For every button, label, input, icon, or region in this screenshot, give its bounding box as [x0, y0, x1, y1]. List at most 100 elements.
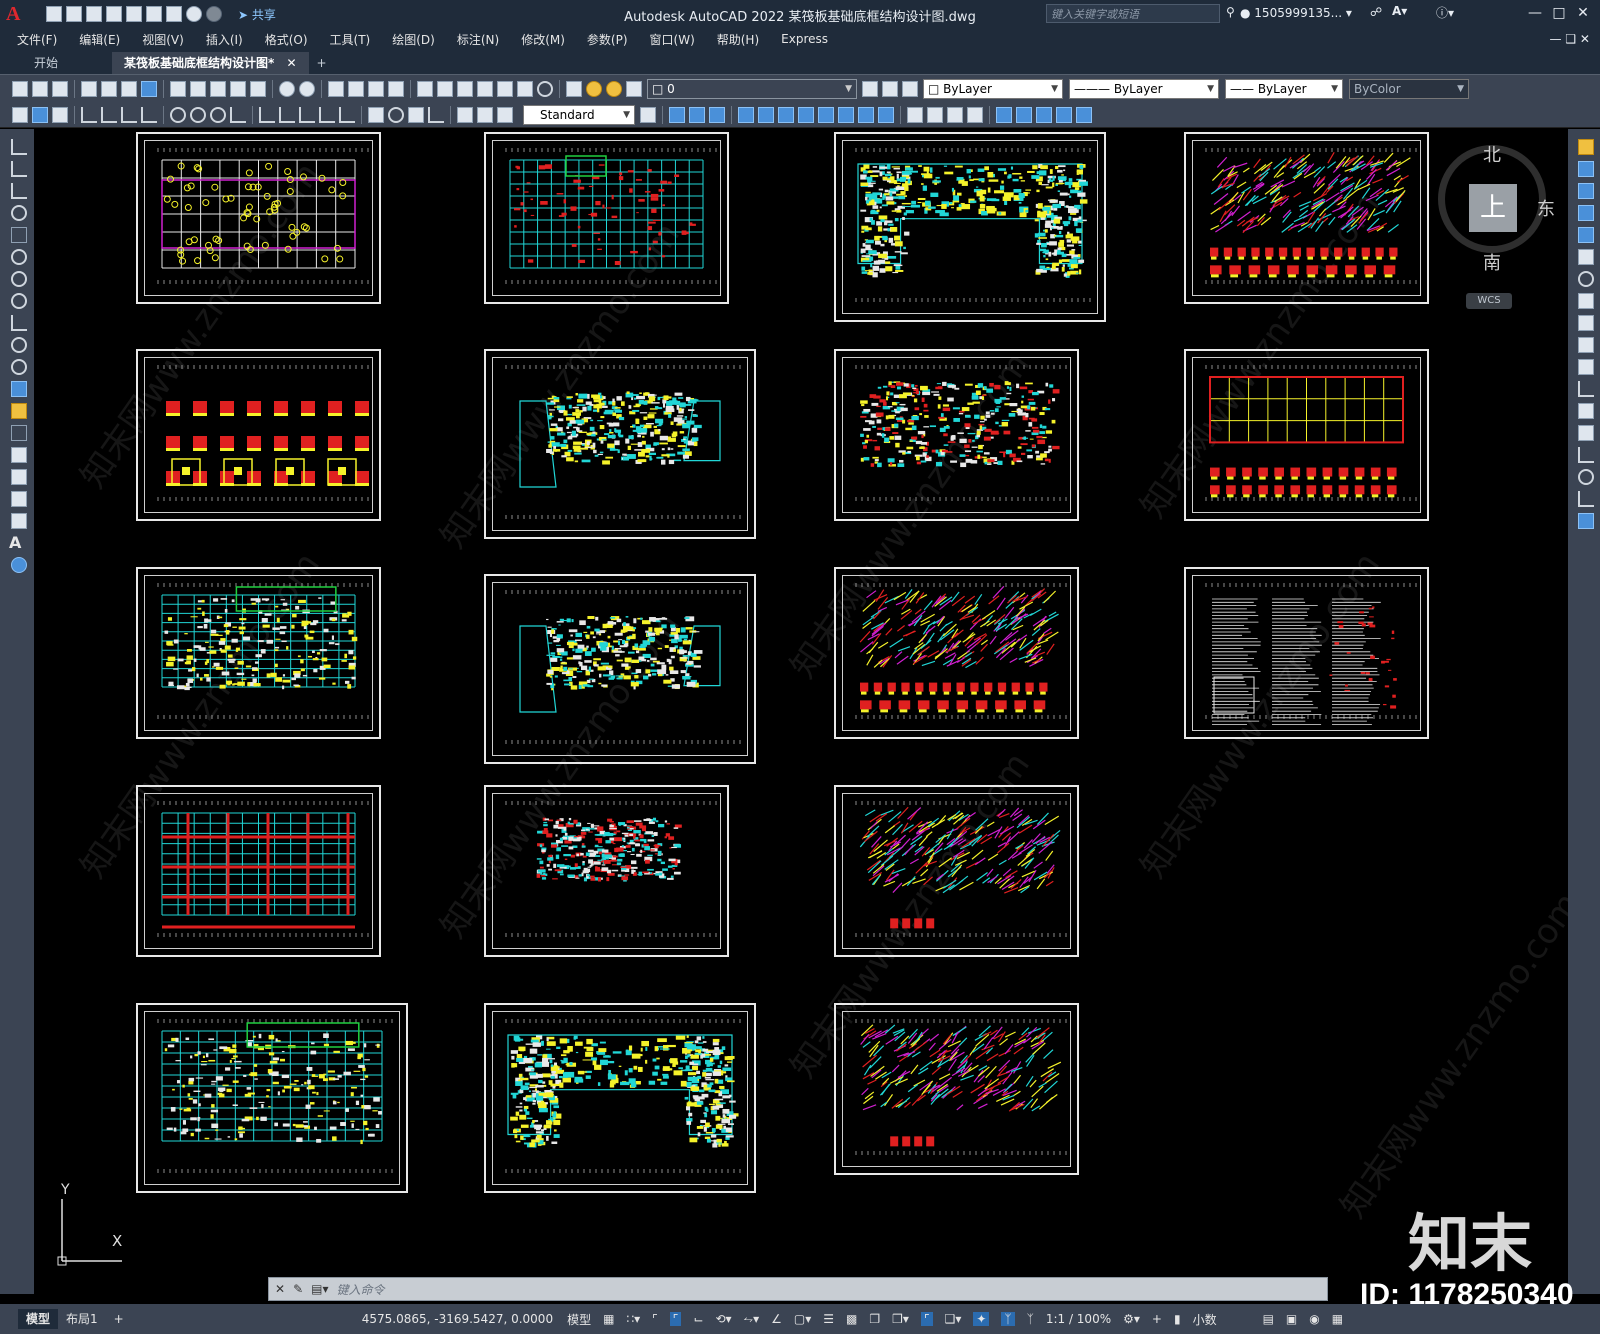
publish-icon[interactable]: [121, 80, 137, 97]
search-icon[interactable]: ⚲: [1226, 5, 1235, 19]
lock-ui-icon[interactable]: ▣: [1286, 1312, 1297, 1326]
presspull-icon[interactable]: [758, 106, 774, 123]
menu-format[interactable]: 格式(O): [254, 31, 319, 48]
menu-view[interactable]: 视图(V): [131, 31, 195, 48]
drawing-sheet[interactable]: [834, 785, 1079, 957]
materials-icon[interactable]: [967, 106, 983, 123]
copy-object-icon[interactable]: [1578, 161, 1594, 177]
annotation-scale[interactable]: 1:1 / 100%: [1046, 1312, 1111, 1326]
linetype-dropdown[interactable]: ——— ByLayer ▼: [1069, 78, 1219, 99]
wcs-menu[interactable]: WCS: [1466, 293, 1512, 309]
jogged-dim-icon[interactable]: [190, 106, 206, 123]
units-icon[interactable]: ▮: [1174, 1312, 1181, 1326]
3d-print-icon[interactable]: [141, 80, 157, 97]
blend-curves-icon[interactable]: [1578, 491, 1594, 507]
rectangle-icon[interactable]: [11, 227, 27, 243]
properties-icon[interactable]: [417, 80, 433, 97]
cut-icon[interactable]: [170, 80, 186, 97]
selection-filter-icon[interactable]: ❑▾: [945, 1312, 962, 1326]
scale-icon[interactable]: [1578, 293, 1594, 309]
model-space-button[interactable]: 模型: [567, 1311, 591, 1328]
redo-tb-icon[interactable]: [299, 80, 315, 97]
ucs-previous-icon[interactable]: [1036, 106, 1052, 123]
isolate-objects-icon[interactable]: ◉: [1309, 1312, 1319, 1326]
dim-space-icon[interactable]: [319, 106, 335, 123]
add-selected-icon[interactable]: [11, 557, 27, 573]
3d-osnap-icon[interactable]: ❒▾: [892, 1312, 909, 1326]
autocad-logo[interactable]: A: [6, 3, 28, 25]
minimize-button[interactable]: —: [1524, 4, 1546, 22]
block-editor-icon[interactable]: [250, 80, 266, 97]
tab-drawing[interactable]: 某筏板基础底框结构设计图* ✕: [112, 52, 309, 74]
lineweight-icon[interactable]: ☰: [823, 1312, 834, 1326]
region-icon[interactable]: [11, 491, 27, 507]
subtract-icon[interactable]: [858, 106, 874, 123]
linear-dim-icon[interactable]: [81, 106, 97, 123]
menu-dimension[interactable]: 标注(N): [446, 31, 510, 48]
qnew-icon[interactable]: [12, 80, 28, 97]
sweep-icon[interactable]: [778, 106, 794, 123]
layout-tab-1[interactable]: 布局1: [58, 1309, 106, 1329]
point-icon[interactable]: [11, 425, 27, 441]
layout-tab-model[interactable]: 模型: [18, 1309, 59, 1329]
tab-start[interactable]: 开始: [22, 52, 70, 74]
layer-properties-icon[interactable]: [566, 80, 582, 97]
drawing-sheet[interactable]: [484, 132, 729, 304]
gizmo-icon[interactable]: ✦: [973, 1312, 990, 1326]
layer-states-icon[interactable]: [902, 80, 918, 97]
drawing-sheet[interactable]: [136, 567, 381, 739]
join-icon[interactable]: [1578, 425, 1594, 441]
dim-break-icon[interactable]: [339, 106, 355, 123]
layer-freeze-icon[interactable]: [606, 80, 622, 97]
command-history-icon[interactable]: ▤▾: [311, 1282, 328, 1296]
drawing-sheet[interactable]: [834, 1003, 1079, 1175]
zoom-previous-icon[interactable]: [388, 80, 404, 97]
drawing-sheet[interactable]: [484, 1003, 756, 1193]
coordinate-readout[interactable]: 4575.0865, -3169.5427, 0.0000: [362, 1312, 553, 1326]
compass-east[interactable]: 东: [1537, 195, 1555, 221]
tab-close-icon[interactable]: ✕: [286, 56, 296, 70]
polygon-icon[interactable]: [11, 205, 27, 221]
spline-icon[interactable]: [11, 315, 27, 331]
explode-icon[interactable]: [1578, 513, 1594, 529]
ortho-icon[interactable]: ⌙: [693, 1312, 703, 1326]
undo-icon[interactable]: [186, 6, 202, 22]
polyline-icon[interactable]: [11, 183, 27, 199]
polar-tracking-icon[interactable]: ⟲▾: [715, 1312, 731, 1326]
menu-insert[interactable]: 插入(I): [195, 31, 254, 48]
angular-dim-icon[interactable]: [230, 106, 246, 123]
menu-draw[interactable]: 绘图(D): [381, 31, 446, 48]
drawing-sheet[interactable]: [484, 349, 756, 539]
annotation-monitor-icon[interactable]: +: [1152, 1312, 1162, 1326]
drawing-sheet[interactable]: [1184, 132, 1429, 304]
layer-dropdown[interactable]: □ 0 ▼: [647, 78, 857, 99]
chamfer-icon[interactable]: [1578, 447, 1594, 463]
ucs-face-icon[interactable]: [1056, 106, 1072, 123]
maximize-button[interactable]: □: [1548, 4, 1570, 22]
workspace-gear-icon[interactable]: ⚙▾: [1123, 1312, 1140, 1326]
drawing-sheet[interactable]: [834, 567, 1079, 739]
insert-block-icon[interactable]: [11, 381, 27, 397]
layer-previous-icon[interactable]: [882, 80, 898, 97]
ellipse-icon[interactable]: [11, 337, 27, 353]
intersect-icon[interactable]: [878, 106, 894, 123]
draworder-icon[interactable]: [32, 106, 48, 123]
save-as-icon[interactable]: [106, 6, 122, 22]
save-tb-icon[interactable]: [52, 80, 68, 97]
drawing-sheet[interactable]: [484, 574, 756, 764]
auto-scale-icon[interactable]: ᛉ: [1027, 1312, 1034, 1326]
text-tool-icon[interactable]: [52, 106, 68, 123]
open-file-icon[interactable]: [66, 6, 82, 22]
markup-icon[interactable]: [497, 80, 513, 97]
zoom-realtime-icon[interactable]: [348, 80, 364, 97]
help-tb-icon[interactable]: [537, 80, 553, 97]
plot-icon[interactable]: [81, 80, 97, 97]
command-input[interactable]: 键入命令: [337, 1281, 385, 1298]
menu-file[interactable]: 文件(F): [6, 31, 68, 48]
array-icon[interactable]: [1578, 227, 1594, 243]
menu-help[interactable]: 帮助(H): [706, 31, 770, 48]
gradient-icon[interactable]: [11, 469, 27, 485]
tool-palettes-icon[interactable]: [457, 80, 473, 97]
dim-edit-icon[interactable]: [457, 106, 473, 123]
selection-cycling-icon[interactable]: ❐: [869, 1312, 880, 1326]
